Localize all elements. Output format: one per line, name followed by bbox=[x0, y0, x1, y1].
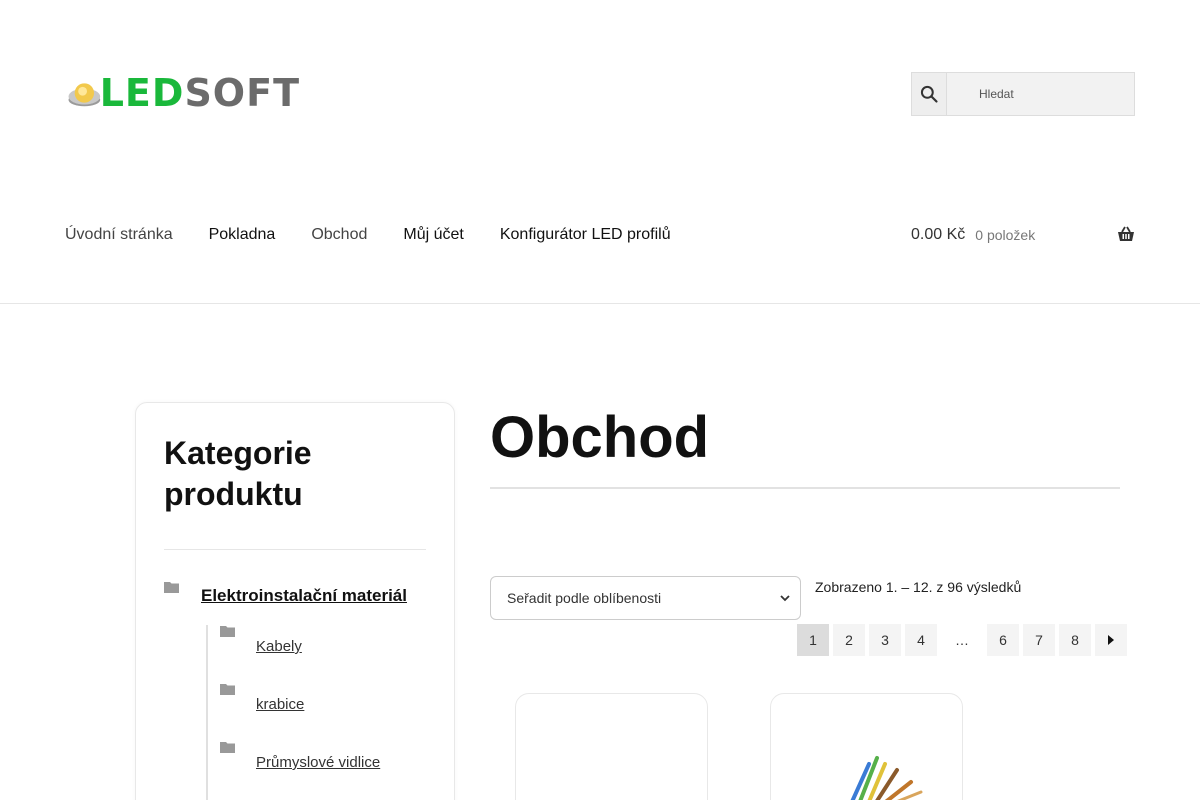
sidebar-title: Kategorie produktu bbox=[164, 435, 312, 512]
search-form bbox=[911, 72, 1135, 116]
page-title: Obchod bbox=[490, 405, 710, 470]
title-divider bbox=[490, 487, 1120, 489]
led-chip-icon bbox=[68, 82, 101, 106]
folder-icon bbox=[164, 582, 179, 593]
nav-item-shop[interactable]: Obchod bbox=[311, 224, 367, 246]
cart-item-count: 0 položek bbox=[975, 227, 1036, 243]
chevron-down-icon bbox=[780, 595, 790, 602]
pagination-ellipsis: … bbox=[955, 632, 969, 648]
page-number-link[interactable]: 7 bbox=[1023, 624, 1055, 656]
subcategory-item: Kabely bbox=[208, 625, 426, 683]
result-count: Zobrazeno 1. – 12. z 96 výsledků bbox=[815, 579, 1022, 595]
header-divider bbox=[0, 303, 1200, 304]
sidebar-divider bbox=[164, 549, 426, 550]
page-number-link[interactable]: 6 bbox=[987, 624, 1019, 656]
folder-icon bbox=[220, 742, 235, 753]
site-logo[interactable]: LEDSOFT bbox=[65, 70, 300, 115]
page-number-link[interactable]: 4 bbox=[905, 624, 937, 656]
cart-amount: 0.00 Kč bbox=[911, 226, 966, 243]
nav-item-home[interactable]: Úvodní stránka bbox=[65, 224, 173, 246]
logo-text-soft: SOFT bbox=[184, 70, 300, 115]
page-number-link[interactable]: 2 bbox=[833, 624, 865, 656]
sort-selected-label: Seřadit podle oblíbenosti bbox=[507, 590, 662, 606]
next-page-button[interactable] bbox=[1095, 624, 1127, 656]
page-number-current: 1 bbox=[797, 624, 829, 656]
logo-text-led: LED bbox=[99, 70, 185, 115]
product-card[interactable] bbox=[770, 693, 963, 800]
mini-cart[interactable]: 0.00 Kč 0 položek bbox=[911, 224, 1135, 246]
shopping-basket-icon bbox=[1118, 226, 1134, 241]
folder-icon bbox=[220, 684, 235, 695]
subcategory-link-cables[interactable]: Kabely bbox=[256, 638, 302, 655]
category-link-electrical[interactable]: Elektroinstalační materiál bbox=[201, 586, 407, 605]
subcategory-item: krabice bbox=[208, 683, 426, 741]
nav-item-account[interactable]: Můj účet bbox=[403, 224, 463, 246]
cable-product-image bbox=[850, 756, 923, 800]
page-number-link[interactable]: 3 bbox=[869, 624, 901, 656]
search-button[interactable] bbox=[912, 73, 947, 115]
subcategory-link-industrial-plugs[interactable]: Průmyslové vidlice bbox=[256, 754, 380, 771]
subcategory-list: Kabely krabice Průmyslové vidlice bbox=[206, 625, 426, 800]
caret-right-icon bbox=[1108, 635, 1114, 645]
primary-nav: Úvodní stránka Pokladna Obchod Můj účet … bbox=[65, 224, 707, 246]
search-icon bbox=[920, 85, 938, 103]
folder-icon bbox=[220, 626, 235, 637]
nav-item-led-configurator[interactable]: Konfigurátor LED profilů bbox=[500, 224, 671, 246]
search-input[interactable] bbox=[947, 73, 1134, 115]
sort-select[interactable]: Seřadit podle oblíbenosti bbox=[490, 576, 801, 620]
page-number-link[interactable]: 8 bbox=[1059, 624, 1091, 656]
product-categories-widget: Kategorie produktu Elektroinstalační mat… bbox=[135, 402, 455, 800]
nav-item-checkout[interactable]: Pokladna bbox=[209, 224, 276, 246]
subcategory-item: Průmyslové vidlice bbox=[208, 741, 426, 799]
product-card[interactable] bbox=[515, 693, 708, 800]
subcategory-link-boxes[interactable]: krabice bbox=[256, 696, 304, 713]
pagination: 1 2 3 4 … 6 7 8 bbox=[797, 624, 1127, 656]
category-item-electrical: Elektroinstalační materiál bbox=[164, 582, 426, 606]
